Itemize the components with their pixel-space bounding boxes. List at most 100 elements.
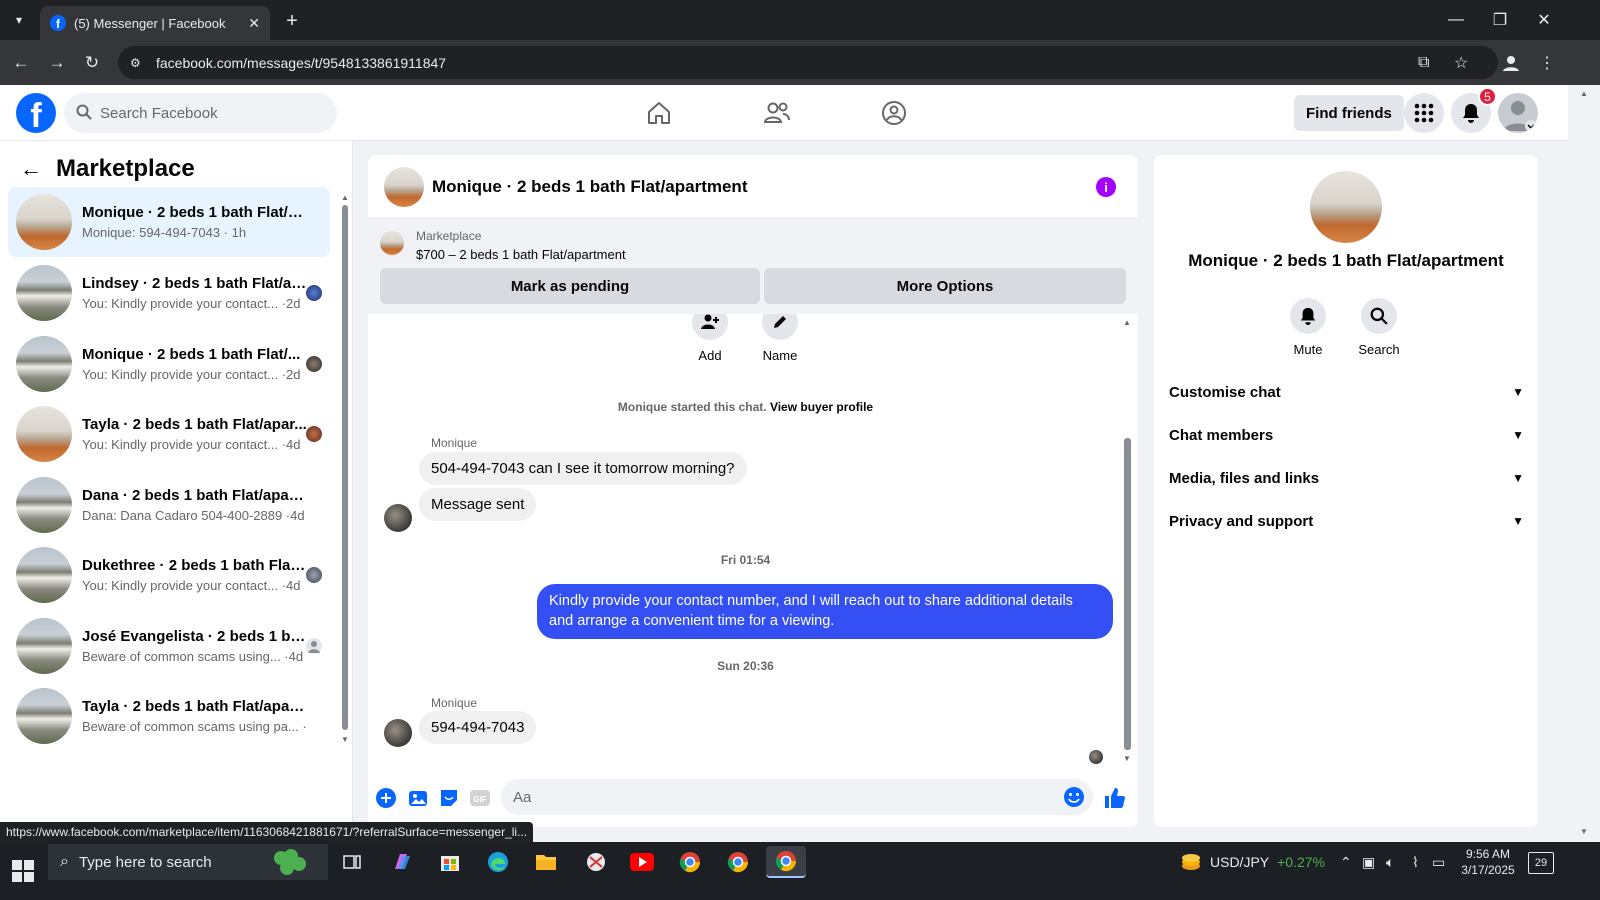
notifications-button[interactable]: 5: [1451, 87, 1497, 133]
back-arrow-icon[interactable]: ←: [20, 156, 42, 182]
tray-expand-icon[interactable]: ⌃: [1340, 842, 1352, 882]
groups-icon[interactable]: [874, 93, 914, 133]
conversation-item[interactable]: Tayla · 2 beds 1 bath Flat/apartm... Bew…: [8, 681, 330, 751]
restore-button[interactable]: ❐: [1478, 0, 1522, 40]
battery-icon[interactable]: ▭: [1432, 842, 1445, 882]
copilot-icon[interactable]: [382, 846, 422, 878]
facebook-search-box[interactable]: [64, 93, 337, 133]
volume-icon[interactable]: 🔈︎: [1386, 842, 1394, 882]
youtube-icon[interactable]: [622, 846, 662, 878]
plus-icon[interactable]: [375, 787, 397, 809]
new-tab-button[interactable]: +: [280, 9, 304, 33]
name-action[interactable]: Name: [762, 314, 798, 363]
media-files-links-row[interactable]: Media, files and links ▼: [1169, 460, 1524, 496]
customise-chat-row[interactable]: Customise chat ▼: [1169, 374, 1524, 410]
conversation-item[interactable]: Monique · 2 beds 1 bath Flat/... You: Ki…: [8, 329, 330, 399]
windows-start-icon[interactable]: [12, 860, 34, 882]
search-in-chat-button[interactable]: Search: [1349, 298, 1409, 357]
message-input-box[interactable]: [501, 779, 1093, 815]
chrome-icon[interactable]: [670, 846, 710, 878]
conversation-item[interactable]: Dana · 2 beds 1 bath Flat/apart... Dana:…: [8, 470, 330, 540]
minimize-button[interactable]: —: [1434, 0, 1478, 40]
scroll-down-arrow-icon[interactable]: ▼: [1580, 827, 1588, 836]
more-options-button[interactable]: More Options: [764, 268, 1126, 304]
home-icon[interactable]: [639, 93, 679, 133]
message-input[interactable]: [513, 788, 1033, 806]
conversation-item[interactable]: Dukethree · 2 beds 1 bath Flat... You: K…: [8, 540, 330, 610]
sticker-icon[interactable]: [438, 787, 460, 809]
bookmark-star-icon[interactable]: ☆: [1454, 46, 1468, 79]
incoming-message[interactable]: 594-494-7043: [419, 711, 537, 744]
conversation-item[interactable]: Monique · 2 beds 1 bath Flat/ap... Moniq…: [8, 187, 330, 257]
scroll-up-arrow-icon[interactable]: ▲: [1580, 89, 1588, 98]
find-friends-button[interactable]: Find friends: [1294, 95, 1404, 131]
view-buyer-profile-link[interactable]: View buyer profile: [770, 400, 873, 414]
omnibox[interactable]: ⚙ facebook.com/messages/t/95481338619118…: [118, 46, 1498, 79]
url-text[interactable]: facebook.com/messages/t/9548133861911847: [156, 55, 446, 71]
site-info-icon[interactable]: ⚙: [130, 56, 150, 70]
listing-thumbnail: [16, 194, 72, 250]
chat-members-row[interactable]: Chat members ▼: [1169, 417, 1524, 453]
photo-icon[interactable]: [407, 787, 429, 809]
add-people-action[interactable]: Add: [692, 314, 728, 363]
info-icon[interactable]: i: [1096, 177, 1116, 197]
tab-search-button[interactable]: ▾: [6, 8, 32, 32]
snipping-tool-icon[interactable]: [576, 846, 616, 878]
privacy-support-row[interactable]: Privacy and support ▼: [1169, 503, 1524, 539]
currency-widget[interactable]: USD/JPY +0.27%: [1180, 842, 1325, 882]
sender-avatar[interactable]: [384, 504, 412, 532]
outgoing-message[interactable]: Kindly provide your contact number, and …: [537, 584, 1113, 640]
forward-button[interactable]: →: [44, 50, 70, 76]
emoji-icon[interactable]: [1063, 786, 1085, 808]
task-view-icon[interactable]: [332, 846, 372, 878]
scrollbar-thumb[interactable]: [342, 205, 348, 730]
scroll-up-arrow-icon[interactable]: ▲: [1123, 318, 1131, 327]
sender-avatar[interactable]: [384, 719, 412, 747]
install-app-icon[interactable]: ⧉: [1418, 46, 1429, 79]
tab-close-icon[interactable]: ✕: [248, 15, 260, 32]
conversation-list-scrollbar[interactable]: ▲ ▼: [341, 193, 349, 744]
friends-icon[interactable]: [757, 93, 797, 133]
chat-scrollbar[interactable]: ▲ ▼: [1122, 318, 1132, 768]
thumbs-up-icon[interactable]: [1104, 787, 1126, 809]
facebook-search-input[interactable]: [100, 104, 300, 122]
clover-highlight-icon[interactable]: [258, 844, 320, 880]
mute-button[interactable]: Mute: [1278, 298, 1338, 357]
reload-button[interactable]: ↻: [79, 50, 105, 76]
chevron-down-icon: ▼: [1512, 514, 1524, 528]
scroll-down-arrow-icon[interactable]: ▼: [1123, 754, 1131, 763]
chat-title[interactable]: Monique · 2 beds 1 bath Flat/apartment: [432, 177, 747, 197]
scroll-down-arrow-icon[interactable]: ▼: [341, 735, 349, 744]
browser-tab[interactable]: f (5) Messenger | Facebook ✕: [40, 6, 270, 40]
mark-as-pending-button[interactable]: Mark as pending: [380, 268, 760, 304]
wifi-icon[interactable]: ⌇: [1412, 842, 1419, 882]
browser-profile-icon[interactable]: [1498, 50, 1524, 76]
page-scrollbar[interactable]: ▲ ▼: [1568, 85, 1600, 842]
back-button[interactable]: ←: [8, 50, 34, 76]
file-explorer-icon[interactable]: [526, 846, 566, 878]
microsoft-store-icon[interactable]: [430, 846, 470, 878]
listing-title[interactable]: $700 – 2 beds 1 bath Flat/apartment: [416, 247, 626, 262]
account-avatar[interactable]: [1498, 93, 1538, 133]
gif-icon[interactable]: GIF: [469, 787, 491, 809]
edge-icon[interactable]: [478, 846, 518, 878]
conversation-item[interactable]: José Evangelista · 2 beds 1 bat... Bewar…: [8, 611, 330, 681]
conversation-item[interactable]: Tayla · 2 beds 1 bath Flat/apar... You: …: [8, 399, 330, 469]
listing-avatar[interactable]: [1310, 171, 1382, 243]
chrome-profile-icon[interactable]: [718, 846, 758, 878]
taskbar-clock[interactable]: 9:56 AM 3/17/2025: [1452, 846, 1524, 878]
chat-listing-avatar[interactable]: [384, 166, 424, 207]
incoming-message[interactable]: Message sent: [419, 488, 537, 521]
menu-grid-icon[interactable]: [1404, 93, 1444, 133]
close-window-button[interactable]: ✕: [1522, 0, 1566, 40]
browser-menu-icon[interactable]: ⋮: [1534, 50, 1560, 76]
conversation-item[interactable]: Lindsey · 2 beds 1 bath Flat/ap... You: …: [8, 258, 330, 328]
scrollbar-thumb[interactable]: [1124, 438, 1131, 750]
facebook-logo-icon[interactable]: f: [16, 93, 56, 133]
meet-now-icon[interactable]: ▣: [1362, 842, 1375, 882]
listing-thumbnail[interactable]: [380, 231, 404, 255]
incoming-message[interactable]: 504-494-7043 can I see it tomorrow morni…: [419, 452, 747, 485]
notification-center-icon[interactable]: 29: [1528, 852, 1554, 874]
chrome-active-icon[interactable]: [766, 846, 806, 878]
scroll-up-arrow-icon[interactable]: ▲: [341, 193, 349, 202]
